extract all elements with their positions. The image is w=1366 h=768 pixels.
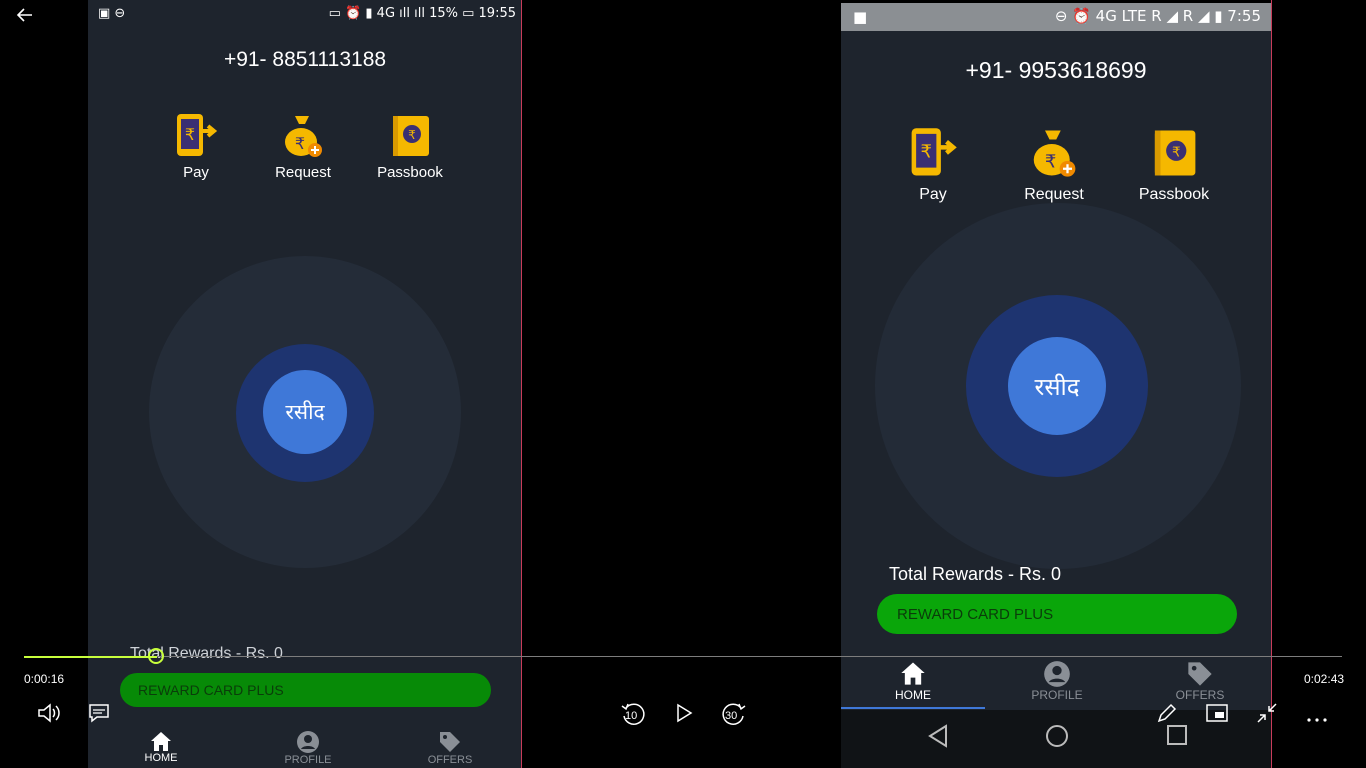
right-phone-screen: ■ ⊖ ⏰ 4G LTE R ◢ R ◢ ▮ 7:55 +91- 9953618…	[841, 3, 1271, 768]
money-bag-icon: ₹	[1033, 130, 1076, 177]
pay-button[interactable]: ₹ Pay	[166, 112, 226, 181]
play-button[interactable]	[675, 703, 693, 727]
mini-view-icon[interactable]	[1206, 704, 1228, 726]
phone-number: +91- 9953618699	[965, 57, 1147, 83]
passbook-button[interactable]: ₹ Passbook	[1131, 126, 1217, 204]
nav-profile[interactable]: PROFILE	[278, 730, 338, 766]
left-divider	[521, 0, 522, 768]
home-icon	[151, 732, 171, 751]
nav-profile-label: PROFILE	[1031, 688, 1083, 702]
profile-icon	[297, 731, 319, 753]
raseed-button[interactable]: रसीद	[263, 370, 347, 454]
nav-home[interactable]: HOME	[136, 730, 186, 764]
right-divider	[1271, 0, 1272, 768]
android-back-icon[interactable]	[927, 724, 949, 752]
passbook-label: Passbook	[377, 164, 443, 181]
reward-card-label: REWARD CARD PLUS	[897, 605, 1054, 623]
pay-label: Pay	[183, 164, 209, 181]
pay-phone-rupee-icon: ₹	[177, 114, 218, 156]
nav-home-label: HOME	[895, 688, 931, 702]
offers-tag-icon	[440, 732, 460, 752]
passbook-icon: ₹	[1154, 130, 1196, 176]
reward-card-plus-button[interactable]: REWARD CARD PLUS	[877, 594, 1237, 634]
reward-card-plus-button[interactable]: REWARD CARD PLUS	[120, 673, 491, 707]
request-label: Request	[275, 164, 331, 181]
passbook-icon: ₹	[393, 116, 429, 156]
svg-text:₹: ₹	[295, 134, 305, 153]
volume-icon[interactable]	[37, 702, 61, 728]
more-options-icon[interactable]	[1306, 708, 1328, 727]
nav-offers-label: OFFERS	[427, 754, 473, 766]
seek-bar[interactable]	[24, 656, 1342, 657]
request-button[interactable]: ₹ Request	[268, 112, 338, 181]
raseed-button[interactable]: रसीद	[1008, 337, 1106, 435]
passbook-label: Passbook	[1138, 186, 1210, 203]
pay-label: Pay	[919, 186, 947, 203]
request-label: Request	[1024, 186, 1084, 203]
seek-progress	[24, 656, 157, 658]
nav-offers-label: OFFERS	[1175, 688, 1225, 702]
raseed-label: रसीद	[1034, 372, 1080, 401]
money-bag-icon: ₹	[285, 116, 322, 157]
reward-card-label: REWARD CARD PLUS	[138, 682, 284, 698]
phone-number: +91- 8851113188	[223, 48, 387, 71]
status-bar: ▣ ⊖ ▭ ⏰ ▮ 4G ıll ıll 15% ▭ 19:55	[88, 0, 522, 28]
nav-home[interactable]: HOME	[887, 660, 939, 702]
current-time: 0:00:16	[24, 672, 65, 686]
pen-icon[interactable]	[1156, 702, 1178, 728]
status-left: ▣ ⊖	[98, 6, 126, 21]
total-rewards: Total Rewards - Rs. 0	[889, 564, 1062, 584]
skip-forward-button[interactable]: 30	[719, 700, 749, 728]
nav-offers[interactable]: OFFERS	[1169, 660, 1231, 702]
nav-profile[interactable]: PROFILE	[1025, 660, 1089, 702]
video-record-icon: ■	[853, 8, 868, 26]
subtitles-icon[interactable]	[88, 703, 110, 727]
status-bar: ■ ⊖ ⏰ 4G LTE R ◢ R ◢ ▮ 7:55	[841, 3, 1271, 31]
home-icon	[901, 662, 925, 685]
svg-text:₹: ₹	[408, 128, 416, 142]
svg-text:₹: ₹	[1172, 144, 1181, 160]
pay-phone-rupee-icon: ₹	[911, 128, 957, 176]
pay-button[interactable]: ₹ Pay	[903, 126, 963, 204]
raseed-label: रसीद	[285, 400, 325, 424]
status-right: ⊖ ⏰ 4G LTE R ◢ R ◢ ▮ 7:55	[1054, 7, 1261, 25]
nav-profile-label: PROFILE	[284, 754, 332, 766]
exit-fullscreen-icon[interactable]	[1256, 702, 1278, 728]
home-tab-indicator	[841, 707, 985, 709]
nav-offers[interactable]: OFFERS	[422, 730, 478, 766]
back-arrow-icon[interactable]	[16, 6, 34, 28]
skip-forward-label: 30	[725, 710, 738, 722]
skip-back-button[interactable]: 10	[620, 700, 648, 728]
request-button[interactable]: ₹ Request	[1016, 126, 1092, 204]
offers-tag-icon	[1188, 662, 1212, 686]
seek-thumb[interactable]	[148, 648, 164, 664]
passbook-button[interactable]: ₹ Passbook	[370, 112, 450, 181]
skip-back-label: 10	[625, 710, 638, 722]
status-right: ▭ ⏰ ▮ 4G ıll ıll 15% ▭ 19:55	[328, 6, 516, 21]
nav-home-label: HOME	[144, 752, 178, 764]
svg-text:₹: ₹	[921, 142, 932, 163]
svg-text:₹: ₹	[185, 125, 195, 144]
profile-icon	[1044, 661, 1070, 687]
android-home-icon[interactable]	[1045, 724, 1069, 752]
total-time: 0:02:43	[1304, 672, 1345, 686]
svg-text:₹: ₹	[1045, 152, 1056, 173]
